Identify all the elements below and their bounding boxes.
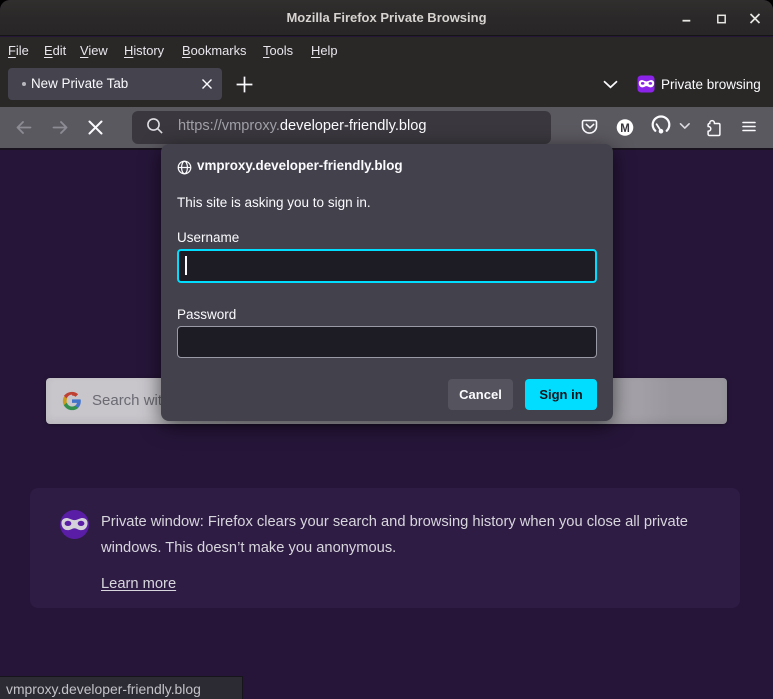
svg-text:M: M [620,123,630,135]
